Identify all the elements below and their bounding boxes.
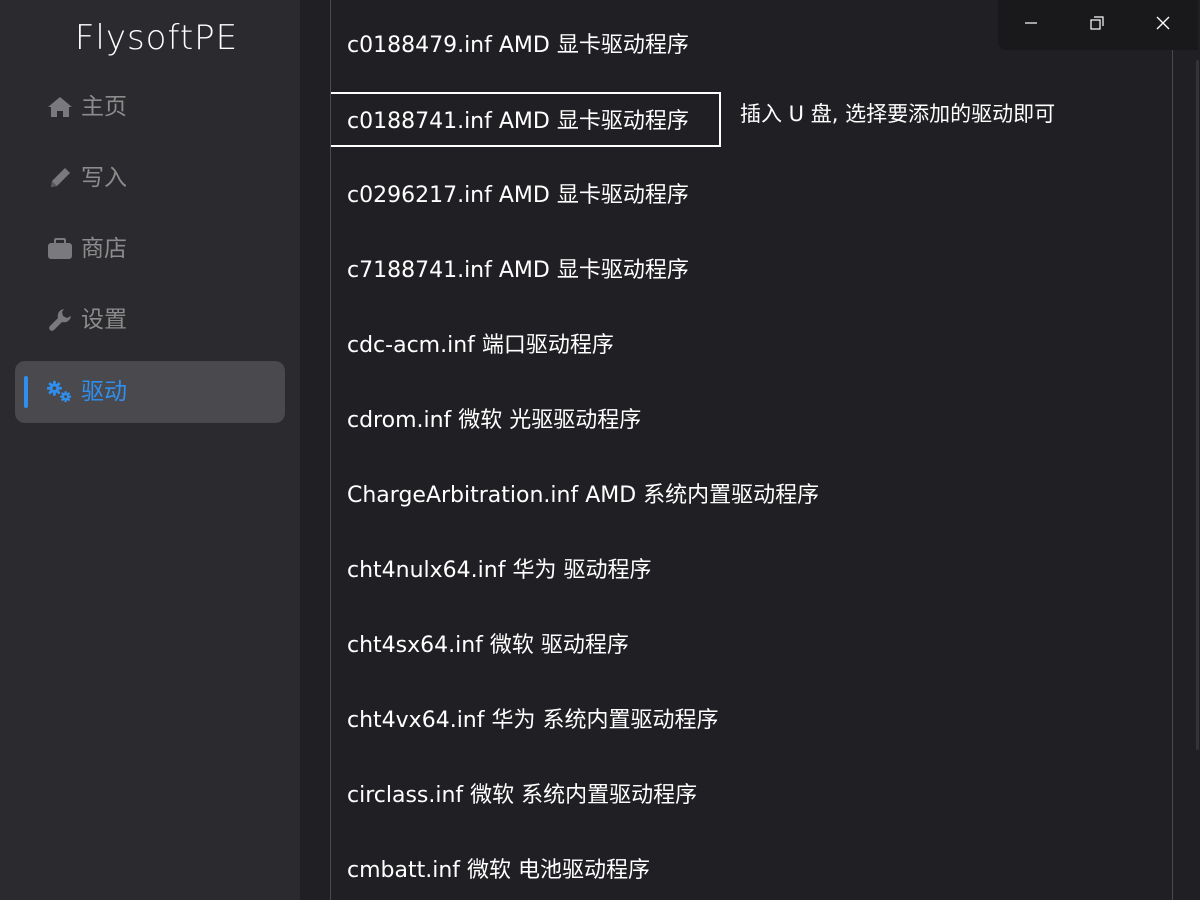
driver-list-item[interactable]: circlass.inf 微软 系统内置驱动程序: [331, 776, 1172, 816]
driver-label: c0296217.inf AMD 显卡驱动程序: [347, 183, 689, 208]
sidebar-item-write[interactable]: 写入: [15, 147, 285, 209]
gears-icon: [46, 379, 74, 405]
driver-label: cdc-acm.inf 端口驱动程序: [347, 333, 614, 358]
driver-list-item[interactable]: cht4sx64.inf 微软 驱动程序: [331, 626, 1172, 666]
sidebar: FlysoftPE 主页 写入 商店 设置 驱动: [0, 0, 300, 900]
sidebar-item-label: 主页: [81, 94, 127, 120]
driver-label: cht4nulx64.inf 华为 驱动程序: [347, 558, 652, 583]
active-indicator: [24, 376, 28, 408]
minimize-icon: [1023, 15, 1039, 35]
driver-list-item[interactable]: cmbatt.inf 微软 电池驱动程序: [331, 851, 1172, 891]
maximize-icon: [1089, 15, 1105, 35]
sidebar-item-label: 设置: [81, 307, 127, 333]
hint-text: 插入 U 盘, 选择要添加的驱动即可: [740, 102, 1056, 126]
sidebar-item-label: 商店: [81, 236, 127, 262]
wrench-icon: [46, 307, 74, 333]
driver-list-item[interactable]: c0296217.inf AMD 显卡驱动程序: [331, 176, 1172, 216]
pencil-icon: [46, 165, 74, 191]
driver-list-item[interactable]: ChargeArbitration.inf AMD 系统内置驱动程序: [331, 476, 1172, 516]
driver-label: cht4vx64.inf 华为 系统内置驱动程序: [347, 708, 719, 733]
driver-label: cmbatt.inf 微软 电池驱动程序: [347, 858, 651, 883]
sidebar-item-settings[interactable]: 设置: [15, 289, 285, 351]
close-icon: [1155, 15, 1171, 35]
driver-label: c7188741.inf AMD 显卡驱动程序: [347, 258, 689, 283]
driver-list-item[interactable]: cdc-acm.inf 端口驱动程序: [331, 326, 1172, 366]
driver-label: cdrom.inf 微软 光驱驱动程序: [347, 408, 642, 433]
driver-list: c0188479.inf AMD 显卡驱动程序 c0188741.inf AMD…: [330, 0, 1173, 900]
driver-list-item[interactable]: cht4nulx64.inf 华为 驱动程序: [331, 551, 1172, 591]
driver-label: c0188479.inf AMD 显卡驱动程序: [347, 33, 689, 58]
sidebar-item-home[interactable]: 主页: [15, 76, 285, 138]
app-window: FlysoftPE 主页 写入 商店 设置 驱动 c0188479.inf AM…: [0, 0, 1200, 900]
sidebar-item-label: 驱动: [81, 379, 127, 405]
sidebar-item-store[interactable]: 商店: [15, 218, 285, 280]
driver-label: cht4sx64.inf 微软 驱动程序: [347, 633, 629, 658]
home-icon: [46, 94, 74, 120]
window-controls: [998, 0, 1198, 50]
driver-list-item[interactable]: cht4vx64.inf 华为 系统内置驱动程序: [331, 701, 1172, 741]
driver-label: circlass.inf 微软 系统内置驱动程序: [347, 783, 698, 808]
driver-list-item[interactable]: c7188741.inf AMD 显卡驱动程序: [331, 251, 1172, 291]
sidebar-item-label: 写入: [81, 165, 127, 191]
scrollbar-thumb[interactable]: [1196, 60, 1199, 750]
close-button[interactable]: [1130, 0, 1196, 50]
sidebar-item-drivers[interactable]: 驱动: [15, 361, 285, 423]
driver-label: ChargeArbitration.inf AMD 系统内置驱动程序: [347, 483, 820, 508]
maximize-button[interactable]: [1064, 0, 1130, 50]
driver-label: c0188741.inf AMD 显卡驱动程序: [347, 109, 689, 134]
minimize-button[interactable]: [998, 0, 1064, 50]
briefcase-icon: [46, 236, 74, 262]
app-title: FlysoftPE: [74, 18, 239, 58]
driver-list-item[interactable]: cdrom.inf 微软 光驱驱动程序: [331, 401, 1172, 441]
